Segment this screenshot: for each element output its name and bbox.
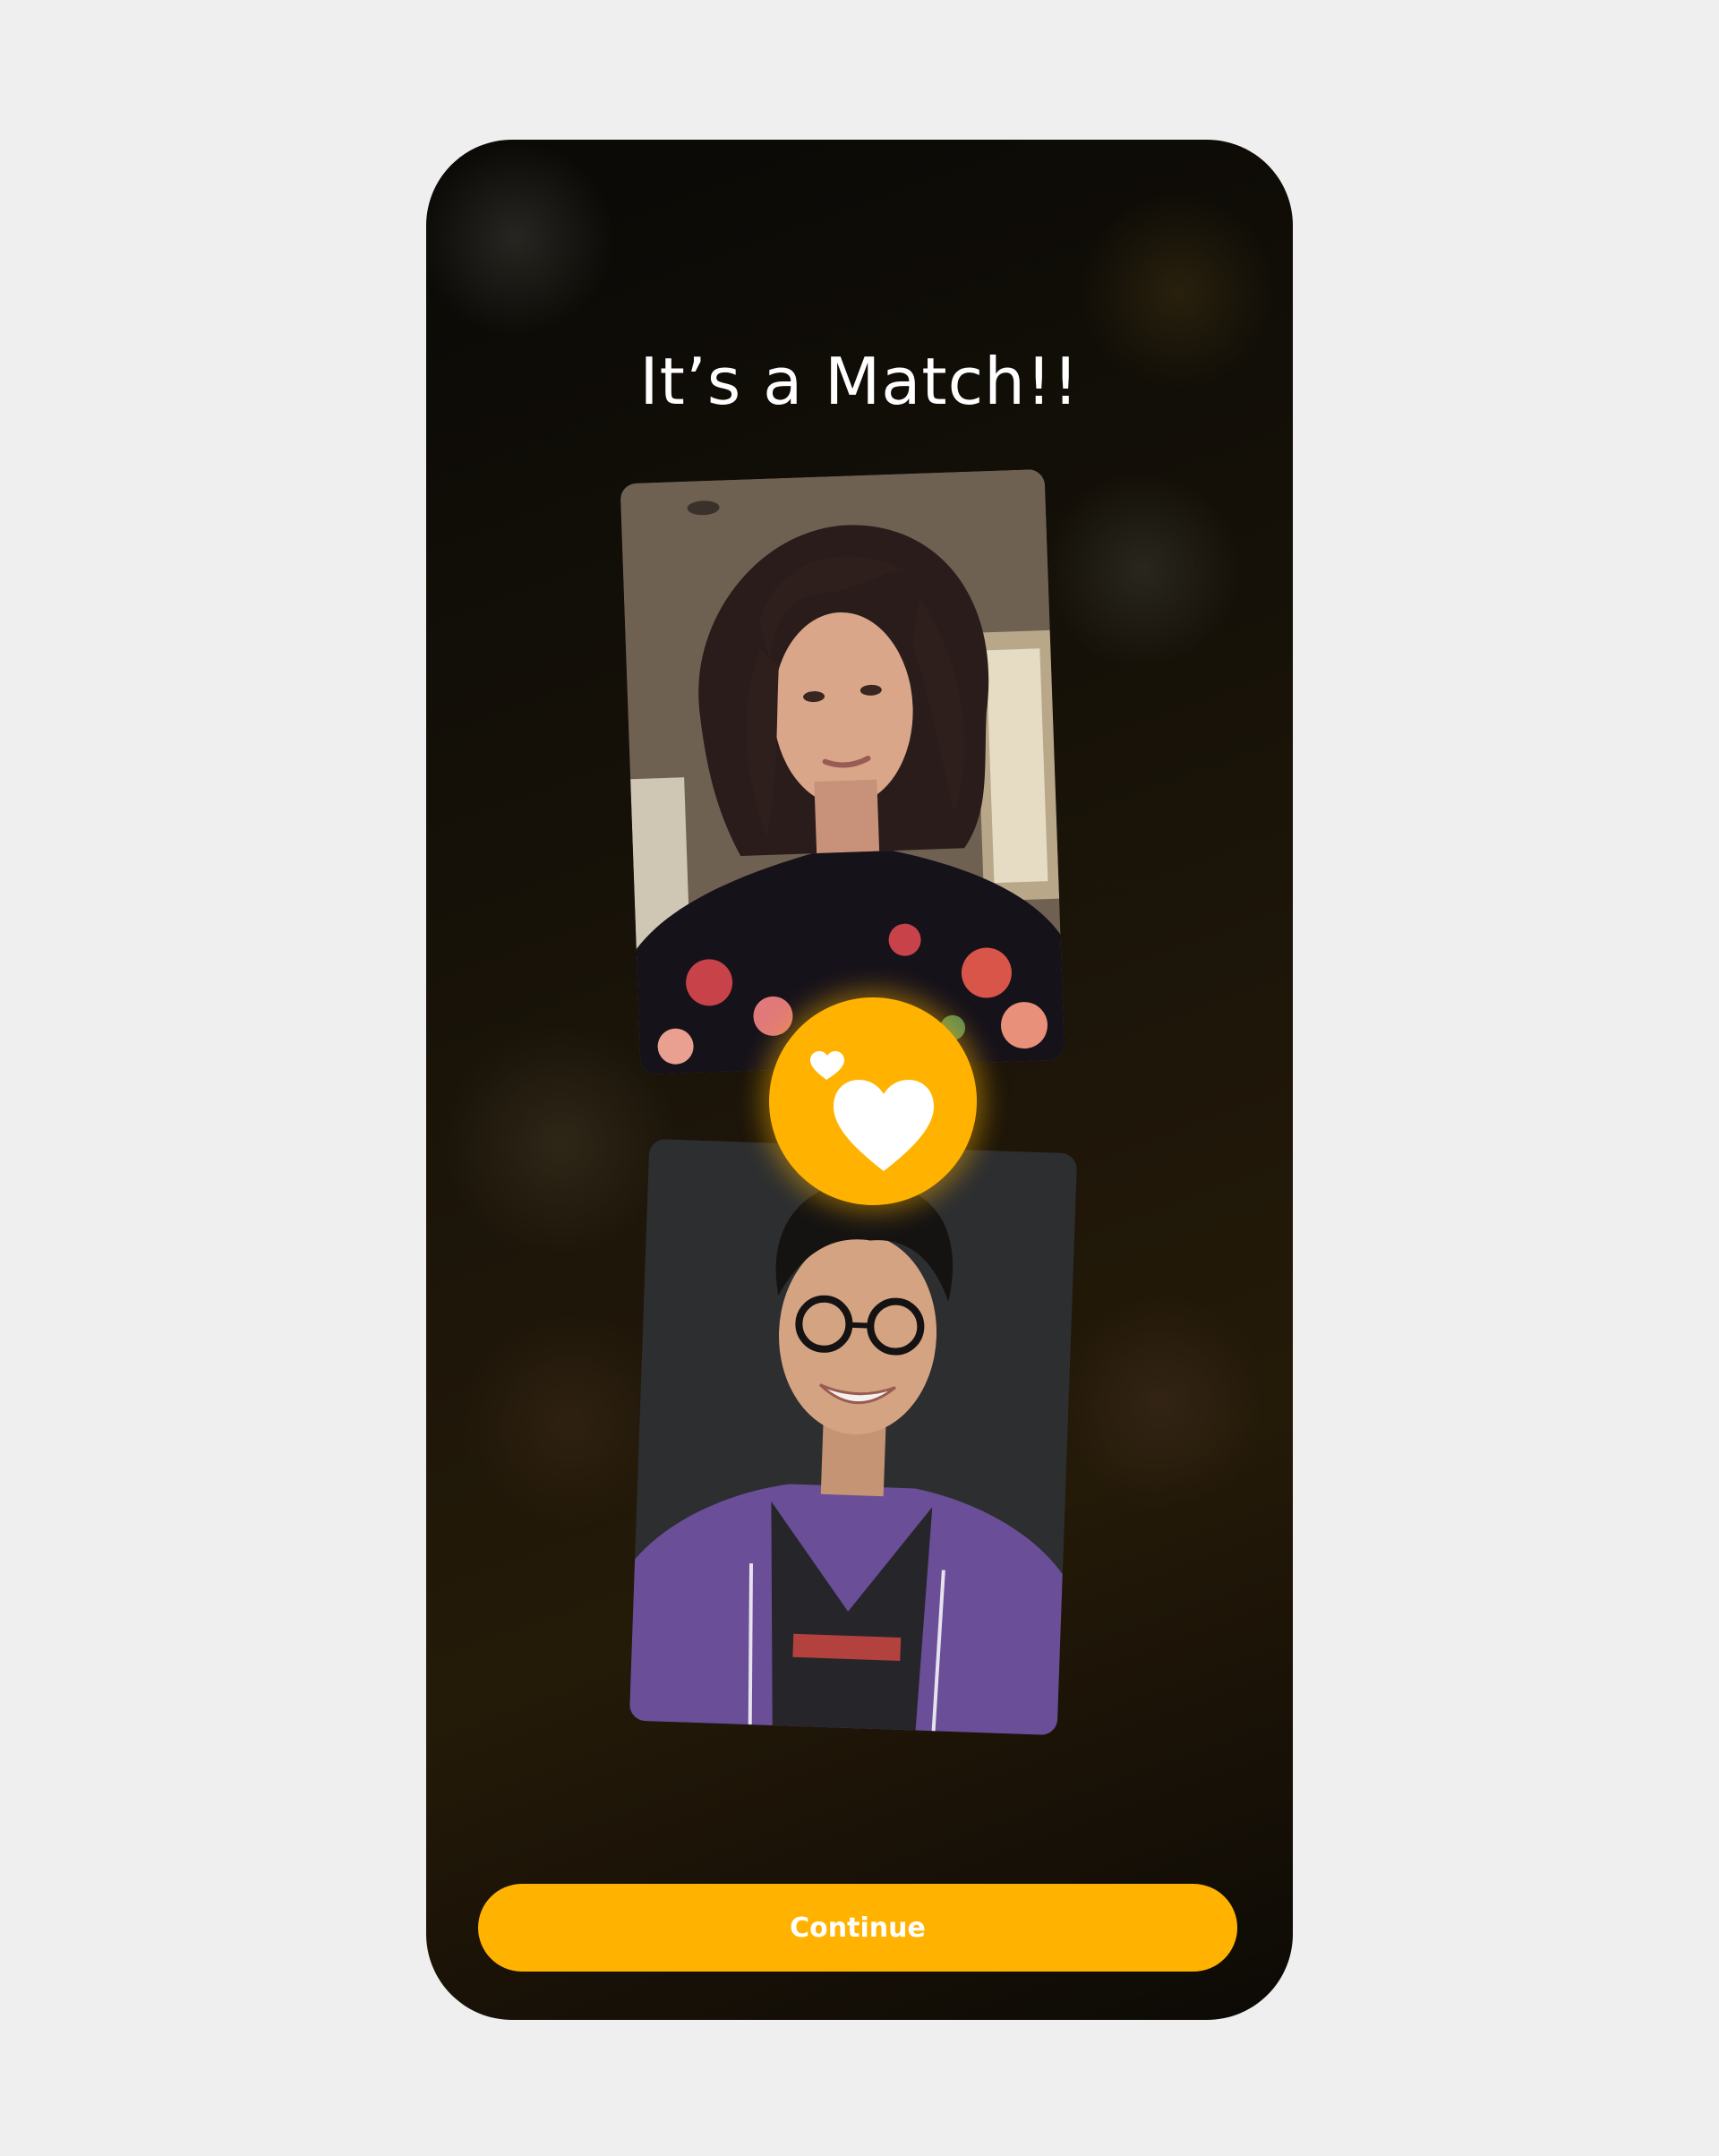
man-profile-photo [629,1138,1078,1736]
man-portrait-illustration [629,1138,1078,1736]
continue-button[interactable]: Continue [478,1884,1237,1972]
match-screen: It’s a Match!! Continue [426,140,1293,2020]
woman-profile-photo [620,468,1065,1075]
hearts-icon [810,1051,934,1171]
woman-portrait-illustration [620,468,1065,1075]
match-hearts-badge [769,997,977,1205]
match-title: It’s a Match!! [639,344,1080,419]
